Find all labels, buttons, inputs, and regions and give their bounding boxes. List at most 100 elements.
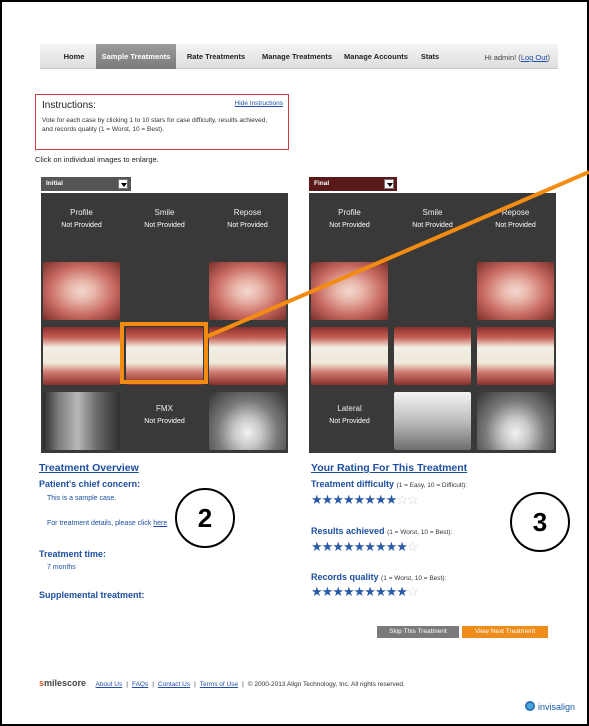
nav-manage-accounts[interactable]: Manage Accounts bbox=[340, 44, 412, 69]
initial-fmx-cell[interactable]: FMX Not Provided bbox=[124, 389, 205, 454]
final-smile-cell[interactable]: Smile Not Provided bbox=[392, 193, 473, 258]
brand-rest: milescore bbox=[44, 678, 87, 688]
cell-status: Not Provided bbox=[329, 418, 370, 425]
star-icon[interactable]: ★ bbox=[332, 492, 344, 507]
star-icon[interactable]: ★ bbox=[375, 539, 387, 554]
photo-image bbox=[394, 392, 471, 450]
star-icon[interactable]: ★ bbox=[364, 539, 376, 554]
star-icon[interactable]: ★ bbox=[364, 492, 376, 507]
final-right-buccal-photo[interactable] bbox=[309, 324, 390, 389]
star-icon[interactable]: ★ bbox=[364, 584, 376, 599]
star-icon[interactable]: ☆ bbox=[407, 539, 419, 554]
hide-instructions-link[interactable]: Hide Instructions bbox=[235, 100, 283, 107]
difficulty-label: Treatment difficulty (1 = Easy, 10 = Dif… bbox=[311, 479, 467, 489]
star-icon[interactable]: ☆ bbox=[407, 492, 419, 507]
star-icon[interactable]: ★ bbox=[354, 492, 366, 507]
photo-image bbox=[209, 392, 286, 450]
photo-image bbox=[477, 262, 554, 320]
star-icon[interactable]: ★ bbox=[354, 584, 366, 599]
nav-rate-treatments[interactable]: Rate Treatments bbox=[180, 44, 252, 69]
star-icon[interactable]: ★ bbox=[343, 492, 355, 507]
photo-image bbox=[477, 392, 554, 450]
nav-stats[interactable]: Stats bbox=[416, 44, 444, 69]
nav-home[interactable]: Home bbox=[54, 44, 94, 69]
initial-smile-cell[interactable]: Smile Not Provided bbox=[124, 193, 205, 258]
star-icon[interactable]: ★ bbox=[322, 492, 334, 507]
final-repose-cell[interactable]: Repose Not Provided bbox=[475, 193, 556, 258]
difficulty-label-text: Treatment difficulty bbox=[311, 479, 395, 489]
concern-text: This is a sample case. bbox=[47, 495, 117, 502]
footer: smilescore About Us | FAQs | Contact Us | Term… bbox=[39, 678, 405, 688]
callout-3: 3 bbox=[510, 492, 570, 552]
star-icon[interactable]: ☆ bbox=[396, 492, 408, 507]
results-scale: (1 = Worst, 10 = Best): bbox=[387, 529, 453, 536]
initial-right-buccal-photo[interactable] bbox=[41, 324, 122, 389]
initial-ceph-xray[interactable] bbox=[41, 389, 122, 454]
star-icon[interactable]: ★ bbox=[332, 584, 344, 599]
initial-repose-cell[interactable]: Repose Not Provided bbox=[207, 193, 288, 258]
star-icon[interactable]: ★ bbox=[322, 584, 334, 599]
star-icon[interactable]: ★ bbox=[322, 539, 334, 554]
star-icon[interactable]: ★ bbox=[375, 492, 387, 507]
final-left-buccal-photo[interactable] bbox=[475, 324, 556, 389]
dropdown-arrow-icon[interactable] bbox=[118, 179, 128, 189]
final-pano-xray[interactable] bbox=[475, 389, 556, 454]
contact-us-link[interactable]: Contact Us bbox=[158, 681, 190, 688]
initial-pano-xray[interactable] bbox=[207, 389, 288, 454]
star-icon[interactable]: ★ bbox=[396, 539, 408, 554]
initial-profile-cell[interactable]: Profile Not Provided bbox=[41, 193, 122, 258]
star-icon[interactable]: ☆ bbox=[407, 584, 419, 599]
final-frontal-photo[interactable] bbox=[392, 324, 473, 389]
initial-dropdown[interactable]: Initial bbox=[41, 177, 131, 191]
final-lower-occlusal-photo[interactable] bbox=[475, 259, 556, 324]
cell-status: Not Provided bbox=[144, 222, 185, 229]
records-label-text: Records quality bbox=[311, 572, 379, 582]
faqs-link[interactable]: FAQs bbox=[132, 681, 148, 688]
results-stars: ★★★★★★★★★☆ bbox=[311, 539, 419, 554]
photo-image bbox=[477, 327, 554, 385]
results-label-text: Results achieved bbox=[311, 526, 385, 536]
skip-treatment-button[interactable]: Skip This Treatment bbox=[377, 626, 459, 638]
separator: | bbox=[152, 681, 154, 688]
final-dropdown[interactable]: Final bbox=[309, 177, 397, 191]
star-icon[interactable]: ★ bbox=[396, 584, 408, 599]
final-profile-cell[interactable]: Profile Not Provided bbox=[309, 193, 390, 258]
logout-link[interactable]: Log Out bbox=[521, 53, 548, 62]
final-lateral-cell[interactable]: Lateral Not Provided bbox=[309, 389, 390, 454]
photo-image bbox=[394, 327, 471, 385]
initial-lower-occlusal-photo[interactable] bbox=[207, 259, 288, 324]
nav-sample-treatments[interactable]: Sample Treatments bbox=[96, 44, 176, 69]
terms-link[interactable]: Terms of Use bbox=[200, 681, 238, 688]
photo-image bbox=[209, 262, 286, 320]
photo-image bbox=[43, 327, 120, 385]
details-text: For treatment details, please click here bbox=[47, 520, 167, 527]
final-tab-label: Final bbox=[314, 180, 330, 187]
star-icon[interactable]: ★ bbox=[311, 539, 323, 554]
results-label: Results achieved (1 = Worst, 10 = Best): bbox=[311, 526, 452, 536]
star-icon[interactable]: ★ bbox=[332, 539, 344, 554]
initial-upper-occlusal-photo[interactable] bbox=[41, 259, 122, 324]
star-icon[interactable]: ★ bbox=[386, 492, 398, 507]
next-treatment-button[interactable]: View Next Treatment bbox=[462, 626, 548, 638]
star-icon[interactable]: ★ bbox=[311, 584, 323, 599]
star-icon[interactable]: ★ bbox=[354, 539, 366, 554]
star-icon[interactable]: ★ bbox=[311, 492, 323, 507]
smilescore-logo: smilescore bbox=[39, 678, 86, 688]
dropdown-arrow-icon[interactable] bbox=[384, 179, 394, 189]
star-icon[interactable]: ★ bbox=[386, 584, 398, 599]
invisalign-logo-icon bbox=[524, 701, 535, 711]
star-icon[interactable]: ★ bbox=[343, 584, 355, 599]
about-us-link[interactable]: About Us bbox=[96, 681, 123, 688]
final-anterior-xray[interactable] bbox=[392, 389, 473, 454]
star-icon[interactable]: ★ bbox=[375, 584, 387, 599]
cell-title: Smile bbox=[422, 208, 443, 217]
star-icon[interactable]: ★ bbox=[386, 539, 398, 554]
records-scale: (1 = Worst, 10 = Best): bbox=[381, 575, 447, 582]
time-label: Treatment time: bbox=[39, 549, 107, 559]
nav-manage-treatments[interactable]: Manage Treatments bbox=[256, 44, 338, 69]
difficulty-stars: ★★★★★★★★☆☆ bbox=[311, 492, 419, 507]
star-icon[interactable]: ★ bbox=[343, 539, 355, 554]
initial-left-buccal-photo[interactable] bbox=[207, 324, 288, 389]
details-link[interactable]: here bbox=[153, 520, 167, 527]
final-upper-occlusal-photo[interactable] bbox=[309, 259, 390, 324]
